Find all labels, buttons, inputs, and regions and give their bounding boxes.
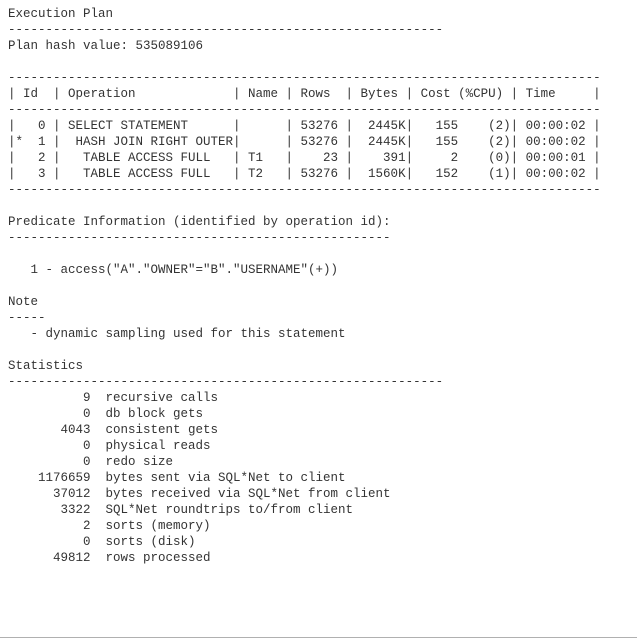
execution-plan-output: Execution Plan -------------------------…	[0, 0, 637, 638]
